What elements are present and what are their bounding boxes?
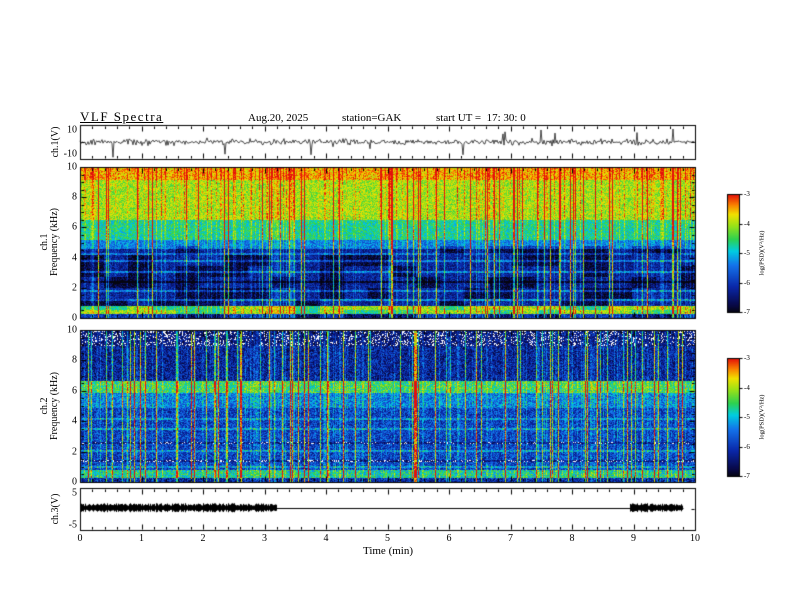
colorbar1-tick-label: -3 <box>744 190 750 198</box>
x-tick-label: 0 <box>77 533 83 544</box>
ch1-freq-tick-label: 10 <box>67 161 77 173</box>
start-ut-label: start UT = 17: 30: 0 <box>436 112 526 124</box>
figure-canvas <box>0 0 792 612</box>
ch1-freq-tick-label: 6 <box>72 221 77 233</box>
colorbar2-tick-label: -6 <box>744 442 750 451</box>
frequency-units-label: Frequency (kHz) <box>49 207 60 277</box>
colorbar1-label: log(PSD)(V²/Hz) <box>758 230 766 276</box>
ch2-freq-tick-label: 8 <box>72 354 77 366</box>
x-tick-label: 6 <box>446 533 452 544</box>
vlf-spectra-figure: VLF Spectra Aug.20, 2025 station=GAK sta… <box>0 0 792 612</box>
ch1-freq-tick-label: 8 <box>72 191 77 203</box>
ch2-freq-tick-label: 0 <box>72 476 77 488</box>
ch1-frequency-axis-label: ch.1 Frequency (kHz) <box>39 207 60 277</box>
x-tick-label: 1 <box>139 533 144 544</box>
x-tick-label: 10 <box>690 533 700 544</box>
colorbar2-tick-label: -7 <box>744 472 750 480</box>
ch3-volt-tick-label: -5 <box>68 519 77 531</box>
colorbar2-tick-label: -5 <box>744 413 750 421</box>
colorbar1-tick-label: -5 <box>744 249 750 257</box>
x-tick-label: 8 <box>569 533 575 544</box>
colorbar1-tick-label: -4 <box>744 219 750 228</box>
figure-date: Aug.20, 2025 <box>248 112 309 124</box>
ch3-voltage-axis-label: ch.3(V) <box>50 493 61 525</box>
ch1-voltage-axis-label: ch.1(V) <box>50 126 61 158</box>
x-axis-label: Time (min) <box>362 545 414 557</box>
colorbar2-tick-label: -3 <box>744 354 750 362</box>
x-tick-label: 7 <box>508 533 513 544</box>
station-label: station=GAK <box>342 112 402 124</box>
x-tick-label: 4 <box>323 533 329 544</box>
ch2-frequency-axis-label: ch.2 Frequency (kHz) <box>39 371 60 441</box>
colorbar1-tick-label: -6 <box>744 278 750 287</box>
ch1-freq-tick-label: 0 <box>72 312 77 324</box>
ch1-volt-tick-label: -10 <box>63 148 77 160</box>
colorbar2-tick-label: -4 <box>744 383 750 392</box>
ch2-freq-tick-label: 4 <box>72 415 77 427</box>
x-tick-label: 5 <box>385 533 390 544</box>
x-tick-label: 9 <box>631 533 636 544</box>
x-tick-label: 3 <box>262 533 267 544</box>
colorbar1-tick-label: -7 <box>744 308 750 316</box>
frequency-units-label: Frequency (kHz) <box>49 371 60 441</box>
figure-title: VLF Spectra <box>80 109 164 124</box>
ch2-freq-tick-label: 10 <box>67 324 77 336</box>
colorbar2-label: log(PSD)(V²/Hz) <box>758 394 766 440</box>
ch1-freq-tick-label: 2 <box>72 282 77 294</box>
ch2-freq-tick-label: 2 <box>72 446 77 458</box>
ch1-volt-tick-label: 10 <box>67 124 77 136</box>
ch2-freq-tick-label: 6 <box>72 385 77 397</box>
ch3-volt-tick-label: 5 <box>72 487 77 499</box>
x-tick-label: 2 <box>200 533 206 544</box>
ch1-freq-tick-label: 4 <box>72 252 77 264</box>
